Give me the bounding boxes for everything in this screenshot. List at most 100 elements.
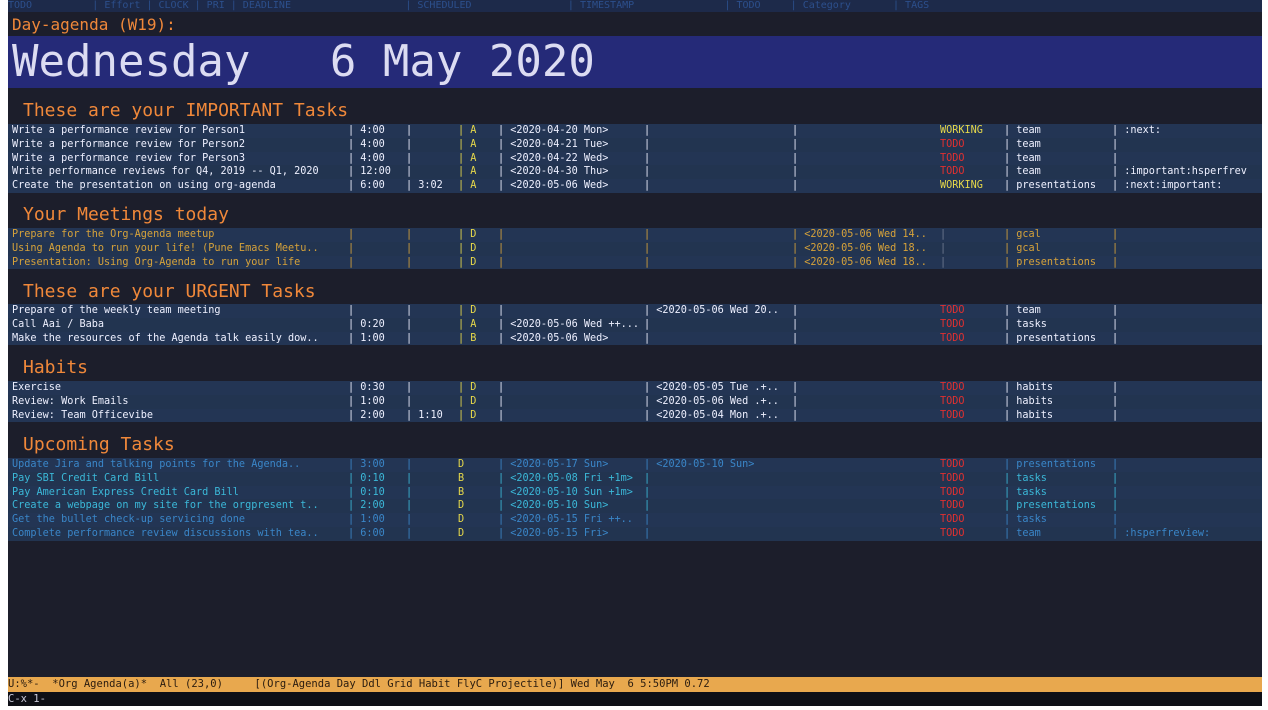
entry-effort: | 1:00	[348, 395, 385, 407]
entry-category: | team	[1004, 527, 1041, 539]
entry-effort: |	[348, 229, 355, 240]
agenda-entry[interactable]: Create a webpage on my site for the orgp…	[8, 499, 1262, 514]
entry-clock: |	[406, 229, 413, 240]
entry-task: Write a performance review for Person2	[12, 138, 246, 150]
entry-category: | presentations	[1004, 332, 1097, 344]
entry-todo: TODO	[940, 459, 965, 470]
entry-timestamp: |	[792, 332, 799, 344]
entry-tags: |	[1112, 152, 1119, 164]
entry-scheduled: | <2020-05-06 Wed .+..	[644, 395, 779, 407]
section-rows: Prepare of the weekly team meeting | | | D |…	[8, 304, 1262, 346]
entry-deadline: | <2020-05-10 Sun>	[498, 500, 609, 512]
entry-deadline: | <2020-05-06 Wed ++...	[498, 318, 640, 330]
agenda-entry[interactable]: Review: Work Emails | 1:00 | | D | | <2020-05…	[8, 394, 1262, 409]
entry-clock: |	[406, 305, 413, 316]
entry-todo: TODO	[940, 395, 965, 407]
agenda-entry[interactable]: Complete performance review discussions …	[8, 526, 1262, 541]
section-heading: These are your IMPORTANT Tasks	[23, 100, 349, 121]
section-rows: Write a performance review for Person1 | …	[8, 124, 1262, 193]
agenda-entry[interactable]: Review: Team Officevibe | 2:00 | 1:10 | D | |…	[8, 408, 1262, 423]
entry-clock: |	[406, 242, 413, 254]
section-heading: Habits	[23, 357, 89, 378]
entry-todo: WORKING	[940, 125, 983, 136]
entry-task: Exercise	[12, 382, 62, 393]
entry-task: Review: Team Officevibe	[12, 409, 154, 421]
entry-clock: | 1:10	[406, 409, 443, 421]
agenda-entry[interactable]: Pay SBI Credit Card Bill | 0:10 | B | <2020-…	[8, 471, 1262, 486]
agenda-entry[interactable]: Get the bullet check-up servicing done | …	[8, 513, 1262, 527]
entry-scheduled: |	[644, 242, 651, 254]
entry-todo: TODO	[940, 305, 965, 316]
agenda-entry[interactable]: Exercise | 0:30 | | D | | <2020-05-05 Tue .+.…	[8, 381, 1262, 395]
entry-task: Review: Work Emails	[12, 395, 129, 407]
entry-task: Get the bullet check-up servicing done	[12, 514, 246, 526]
section-rows: Update Jira and talking points for the A…	[8, 458, 1262, 541]
entry-scheduled: |	[644, 138, 651, 150]
entry-effort: | 4:00	[348, 125, 385, 136]
entry-tags: |	[1112, 138, 1119, 150]
agenda-entry[interactable]: Make the resources of the Agenda talk ea…	[8, 331, 1262, 346]
agenda-entry[interactable]: Prepare for the Org-Agenda meetup | | | D | |…	[8, 228, 1262, 242]
entry-tags: |	[1112, 500, 1119, 512]
section-heading: These are your URGENT Tasks	[23, 281, 316, 302]
entry-tags: | :next:	[1112, 125, 1162, 136]
agenda-entry[interactable]: Write a performance review for Person3 | …	[8, 151, 1262, 166]
entry-category: | team	[1004, 152, 1041, 164]
entry-clock: |	[406, 514, 413, 526]
minibuffer[interactable]: C-x 1-	[8, 692, 1262, 706]
agenda-entry[interactable]: Pay American Express Credit Card Bill | 0…	[8, 485, 1262, 500]
entry-deadline: |	[498, 409, 505, 421]
entry-todo: TODO	[940, 318, 965, 330]
entry-effort: | 6:00	[348, 527, 385, 539]
entry-pri: | B	[458, 332, 477, 344]
entry-task: Make the resources of the Agenda talk ea…	[12, 332, 319, 344]
entry-effort: | 1:00	[348, 332, 385, 344]
entry-pri: | D	[458, 409, 477, 421]
agenda-entry[interactable]: Using Agenda to run your life! (Pune Ema…	[8, 241, 1262, 256]
entry-clock: |	[406, 256, 413, 268]
entry-pri: | D	[458, 305, 477, 316]
entry-pri: | D	[458, 395, 477, 407]
entry-pri: | D	[458, 242, 477, 254]
agenda-entry[interactable]: Presentation: Using Org-Agenda to run yo…	[8, 255, 1262, 270]
entry-deadline: | <2020-04-20 Mon>	[498, 125, 609, 136]
agenda-entry[interactable]: Call Aai / Baba | 0:20 | | A | <2020-05-06 W…	[8, 317, 1262, 332]
entry-todo: TODO	[940, 472, 965, 484]
entry-tags: |	[1112, 256, 1119, 268]
entry-scheduled: | <2020-05-04 Mon .+..	[644, 409, 779, 421]
entry-clock: |	[406, 459, 413, 470]
entry-category: | tasks	[1004, 514, 1047, 526]
entry-pri: | A	[458, 152, 477, 164]
entry-effort: | 4:00	[348, 138, 385, 150]
agenda-entry[interactable]: Prepare of the weekly team meeting | | | D |…	[8, 304, 1262, 318]
entry-todo: TODO	[940, 166, 965, 178]
entry-tags: |	[1112, 305, 1119, 316]
entry-task: Complete performance review discussions …	[12, 527, 319, 539]
entry-scheduled: |	[644, 500, 651, 512]
entry-timestamp: |	[792, 395, 799, 407]
entry-task: Pay SBI Credit Card Bill	[12, 472, 160, 484]
entry-deadline: |	[498, 382, 505, 393]
entry-timestamp: |	[792, 180, 799, 192]
entry-tags: |	[1112, 409, 1119, 421]
entry-todo: TODO	[940, 486, 965, 498]
entry-pri: D	[458, 500, 465, 512]
entry-category: | habits	[1004, 382, 1054, 393]
mode-line: U:%*- *Org Agenda(a)* All (23,0) [(Org-A…	[8, 677, 1262, 692]
agenda-entry[interactable]: Write performance reviews for Q4, 2019 -…	[8, 165, 1262, 180]
agenda-entry[interactable]: Write a performance review for Person2 | …	[8, 137, 1262, 152]
entry-timestamp: | <2020-05-06 Wed 14..	[792, 229, 927, 240]
entry-clock: |	[406, 166, 413, 178]
emacs-frame: TODO | Effort | CLOCK | PRI | DEADLINE |…	[8, 0, 1262, 706]
agenda-entry[interactable]: Update Jira and talking points for the A…	[8, 458, 1262, 472]
entry-category: | team	[1004, 138, 1041, 150]
entry-deadline: | <2020-04-22 Wed>	[498, 152, 609, 164]
agenda-entry[interactable]: Write a performance review for Person1 | …	[8, 124, 1262, 138]
entry-tags: |	[1112, 472, 1119, 484]
column-header-line: TODO | Effort | CLOCK | PRI | DEADLINE |…	[8, 0, 1262, 12]
entry-category: | gcal	[1004, 229, 1041, 240]
entry-task: Create the presentation on using org-age…	[12, 180, 276, 192]
entry-todo: WORKING	[940, 180, 983, 192]
agenda-entry[interactable]: Create the presentation on using org-age…	[8, 179, 1262, 193]
entry-todo: TODO	[940, 138, 965, 150]
